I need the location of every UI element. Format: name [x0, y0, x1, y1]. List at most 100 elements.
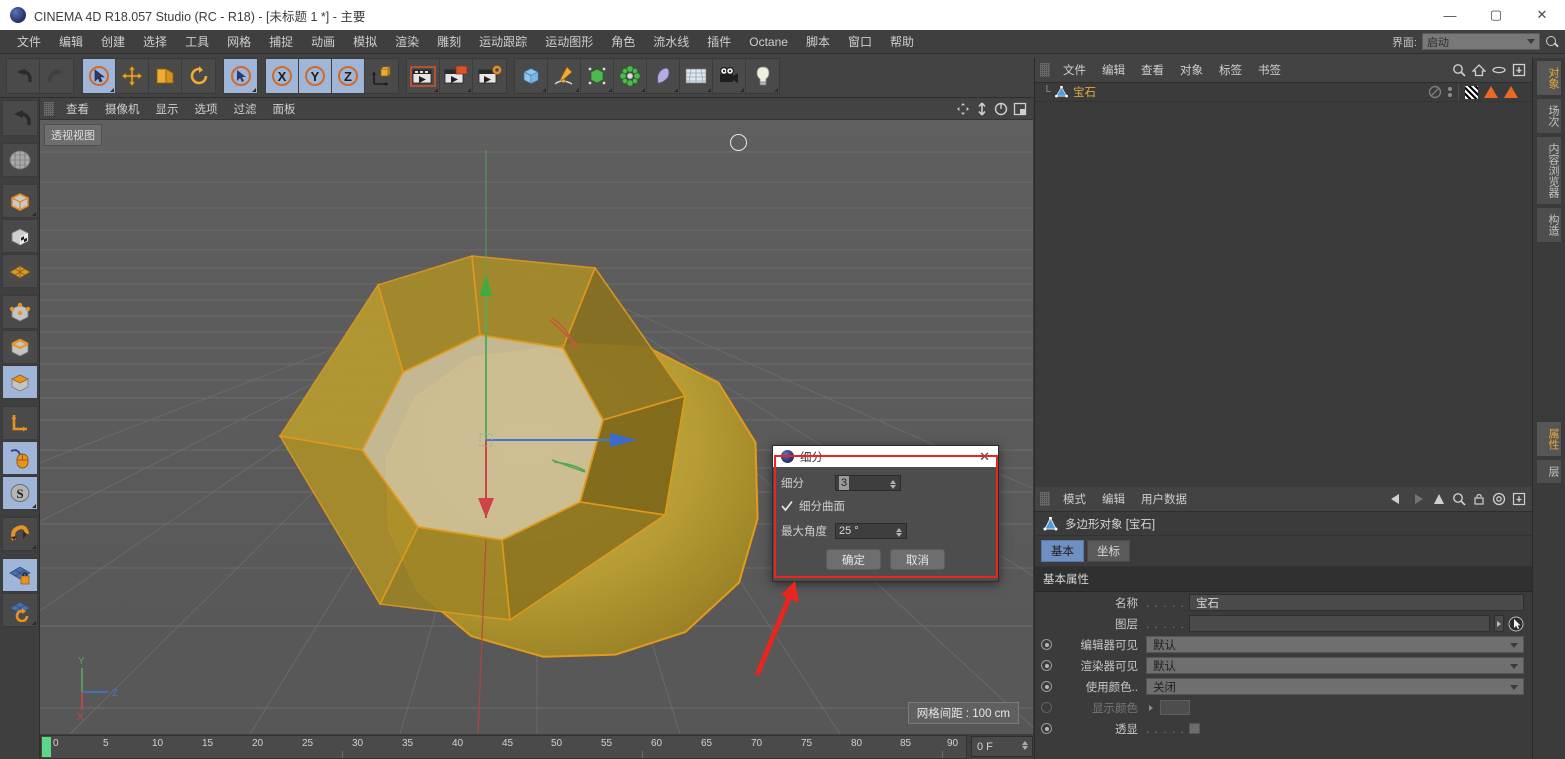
menu-item-file[interactable]: 文件: [8, 31, 50, 52]
render-visible-dropdown[interactable]: 默认: [1146, 657, 1524, 674]
radio-xray[interactable]: [1041, 723, 1052, 734]
scale-button[interactable]: [149, 58, 182, 93]
menu-item-sculpt[interactable]: 雕刻: [428, 31, 470, 52]
pan-icon[interactable]: [956, 102, 970, 116]
move-button[interactable]: [116, 58, 149, 93]
lock-x-button[interactable]: X: [266, 58, 299, 93]
lock-y-button[interactable]: Y: [299, 58, 332, 93]
menu-item-animate[interactable]: 动画: [302, 31, 344, 52]
om-menu-view[interactable]: 查看: [1133, 60, 1172, 80]
texture-mode-button[interactable]: [1, 219, 38, 253]
menu-item-window[interactable]: 窗口: [839, 31, 881, 52]
lock-z-button[interactable]: Z: [332, 58, 365, 93]
om-menu-file[interactable]: 文件: [1055, 60, 1094, 80]
orange-triangle-tag-icon[interactable]: [1484, 86, 1498, 98]
panel-grip-icon[interactable]: [44, 101, 54, 116]
visibility-dots-icon[interactable]: [1448, 87, 1452, 97]
timeline-ruler[interactable]: 0 5 10 15 20 25 30 35 40 45 50 55 60 65 …: [40, 734, 967, 759]
panel-grip-icon[interactable]: [1040, 492, 1050, 506]
panel-grip-icon[interactable]: [1040, 63, 1050, 77]
add-floor-button[interactable]: [680, 58, 713, 93]
workplane-mode-button[interactable]: [1, 254, 38, 288]
lock-workplane-button[interactable]: [1, 558, 38, 592]
display-color-swatch[interactable]: [1160, 700, 1190, 715]
menu-item-snap[interactable]: 捕捉: [260, 31, 302, 52]
search-icon[interactable]: [1452, 63, 1466, 77]
am-menu-edit[interactable]: 编辑: [1094, 489, 1133, 509]
menu-item-pipeline[interactable]: 流水线: [644, 31, 698, 52]
snap-button[interactable]: [1, 517, 38, 551]
pick-cursor-icon[interactable]: [1508, 616, 1524, 632]
redo-button[interactable]: [40, 59, 73, 93]
search-icon[interactable]: [1452, 492, 1466, 506]
world-object-coord-button[interactable]: [365, 59, 398, 93]
render-view-button[interactable]: [407, 58, 440, 93]
undo-button[interactable]: [7, 58, 40, 93]
vtab-attributes[interactable]: 属性: [1536, 421, 1562, 457]
menu-item-mesh[interactable]: 网格: [218, 31, 260, 52]
rotate-button[interactable]: [182, 59, 215, 93]
viewport-menu-options[interactable]: 选项: [187, 99, 226, 119]
make-editable-button[interactable]: [1, 143, 38, 177]
viewport-menu-filter[interactable]: 过滤: [226, 99, 265, 119]
add-deformer-button[interactable]: [647, 58, 680, 93]
menu-item-edit[interactable]: 编辑: [50, 31, 92, 52]
home-icon[interactable]: [1472, 63, 1486, 77]
ellipse-icon[interactable]: [1492, 63, 1506, 77]
add-spline-button[interactable]: [548, 58, 581, 93]
menu-item-motion-tracker[interactable]: 运动跟踪: [470, 31, 536, 52]
back-arrow-icon[interactable]: [1388, 492, 1404, 506]
search-icon[interactable]: [1545, 35, 1559, 49]
orange-triangle-tag-icon[interactable]: [1504, 86, 1518, 98]
viewport-menu-view[interactable]: 查看: [58, 99, 97, 119]
target-icon[interactable]: [1492, 492, 1506, 506]
menu-item-mograph[interactable]: 运动图形: [536, 31, 602, 52]
layer-dropdown-arrow-icon[interactable]: [1494, 615, 1504, 632]
lock-icon[interactable]: [1472, 492, 1486, 506]
om-menu-edit[interactable]: 编辑: [1094, 60, 1133, 80]
render-region-button[interactable]: [440, 58, 473, 93]
editor-visible-dropdown[interactable]: 默认: [1146, 636, 1524, 653]
add-cube-button[interactable]: [515, 58, 548, 93]
use-color-dropdown[interactable]: 关闭: [1146, 678, 1524, 695]
expand-arrow-icon[interactable]: [1146, 699, 1156, 716]
vtab-layers[interactable]: 层: [1536, 459, 1562, 484]
undo-tool-button[interactable]: [1, 100, 38, 136]
viewport-menu-display[interactable]: 显示: [148, 99, 187, 119]
maximize-button[interactable]: ▢: [1473, 0, 1519, 30]
add-light-button[interactable]: [746, 59, 779, 93]
point-mode-button[interactable]: [1, 295, 38, 329]
am-menu-user-data[interactable]: 用户数据: [1133, 489, 1195, 509]
viewport-menu-cameras[interactable]: 摄像机: [97, 99, 148, 119]
menu-item-simulate[interactable]: 模拟: [344, 31, 386, 52]
orbit-icon[interactable]: [994, 102, 1008, 116]
tab-basic[interactable]: 基本: [1041, 540, 1084, 562]
object-visibility-icon[interactable]: [1428, 85, 1442, 99]
menu-item-octane[interactable]: Octane: [740, 33, 797, 51]
selection-mode-button[interactable]: [224, 58, 257, 93]
model-mode-button[interactable]: [1, 184, 38, 218]
add-icon[interactable]: [1512, 492, 1526, 506]
timeline-playhead[interactable]: [42, 736, 51, 757]
menu-item-select[interactable]: 选择: [134, 31, 176, 52]
add-layer-icon[interactable]: [1512, 63, 1526, 77]
planar-workplane-button[interactable]: [1, 593, 38, 627]
xray-checkbox[interactable]: [1189, 723, 1201, 734]
edge-mode-button[interactable]: [1, 330, 38, 364]
viewport[interactable]: 查看 摄像机 显示 选项 过滤 面板 Y Z X 网格间距: 100 cm: [40, 98, 1033, 734]
menu-item-create[interactable]: 创建: [92, 31, 134, 52]
menu-item-render[interactable]: 渲染: [386, 31, 428, 52]
up-arrow-icon[interactable]: [1432, 492, 1446, 506]
radio-editor-visible[interactable]: [1041, 639, 1052, 650]
radio-render-visible[interactable]: [1041, 660, 1052, 671]
minimize-button[interactable]: —: [1427, 0, 1473, 30]
spinner-icon[interactable]: [1022, 741, 1028, 750]
om-menu-bookmarks[interactable]: 书签: [1250, 60, 1289, 80]
vtab-structure[interactable]: 构造: [1536, 207, 1562, 243]
current-frame-field[interactable]: 0 F: [971, 736, 1033, 757]
add-array-button[interactable]: [614, 58, 647, 93]
om-menu-tags[interactable]: 标签: [1211, 60, 1250, 80]
soft-selection-button[interactable]: S: [1, 476, 38, 510]
object-row-gem[interactable]: └ 宝石: [1035, 82, 1532, 102]
radio-use-color[interactable]: [1041, 681, 1052, 692]
